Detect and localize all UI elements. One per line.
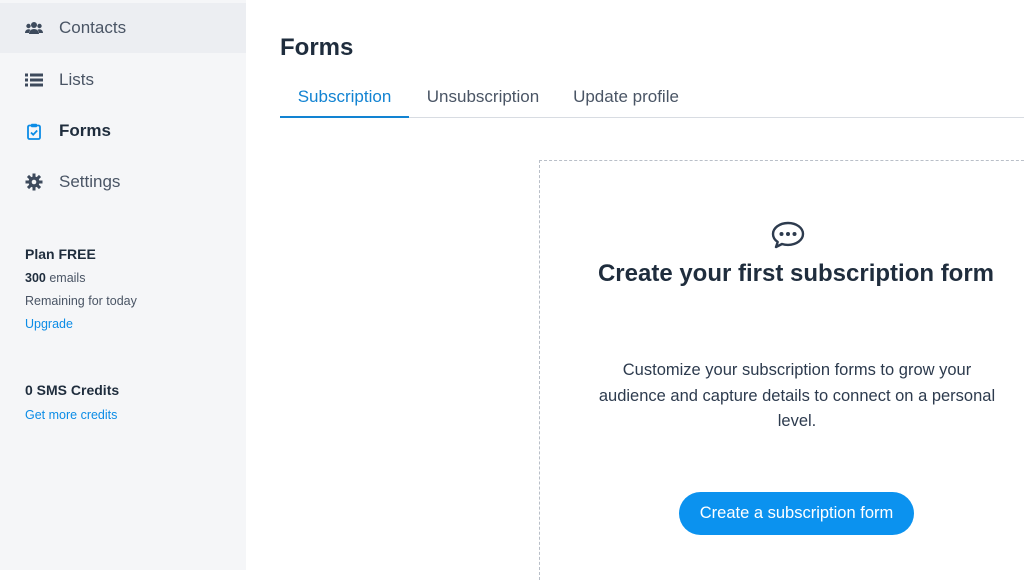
emails-count-unit: emails <box>49 271 86 285</box>
users-icon <box>25 19 43 37</box>
page-title: Forms <box>280 34 354 61</box>
remaining-label: Remaining for today <box>25 294 137 308</box>
create-subscription-form-button[interactable]: Create a subscription form <box>679 492 914 535</box>
sidebar-item-label: Settings <box>59 172 121 191</box>
sidebar-item-contacts[interactable]: Contacts <box>0 3 246 53</box>
sidebar-item-label: Forms <box>59 121 111 140</box>
empty-state-title: Create your first subscription form <box>597 260 995 287</box>
sidebar-item-label: Lists <box>59 70 94 89</box>
plan-title: Plan FREE <box>25 246 96 262</box>
sms-credits-title: 0 SMS Credits <box>25 382 120 398</box>
sidebar-item-forms[interactable]: Forms <box>0 106 246 156</box>
empty-state-description: Customize your subscription forms to gro… <box>598 361 996 430</box>
emails-count: 300 emails <box>25 271 137 285</box>
plan-info: Plan FREE 300 emails Remaining for today… <box>25 246 137 331</box>
sidebar: Contacts Lists Forms Settings Plan FREE … <box>0 0 246 570</box>
get-more-credits-link[interactable]: Get more credits <box>25 408 119 422</box>
tab-bar: Subscription Unsubscription Update profi… <box>280 84 1024 118</box>
tab-subscription[interactable]: Subscription <box>280 84 409 118</box>
sidebar-item-settings[interactable]: Settings <box>0 157 246 207</box>
tab-update-profile[interactable]: Update profile <box>565 84 687 118</box>
clipboard-check-icon <box>25 122 43 140</box>
sms-credits: 0 SMS Credits Get more credits <box>25 382 119 422</box>
tab-unsubscription[interactable]: Unsubscription <box>418 84 548 118</box>
gear-icon <box>25 173 43 191</box>
list-icon <box>25 71 43 89</box>
upgrade-link[interactable]: Upgrade <box>25 317 137 331</box>
sidebar-item-lists[interactable]: Lists <box>0 55 246 105</box>
chat-bubble-icon <box>770 220 806 250</box>
emails-count-value: 300 <box>25 271 46 285</box>
sidebar-item-label: Contacts <box>59 18 127 37</box>
